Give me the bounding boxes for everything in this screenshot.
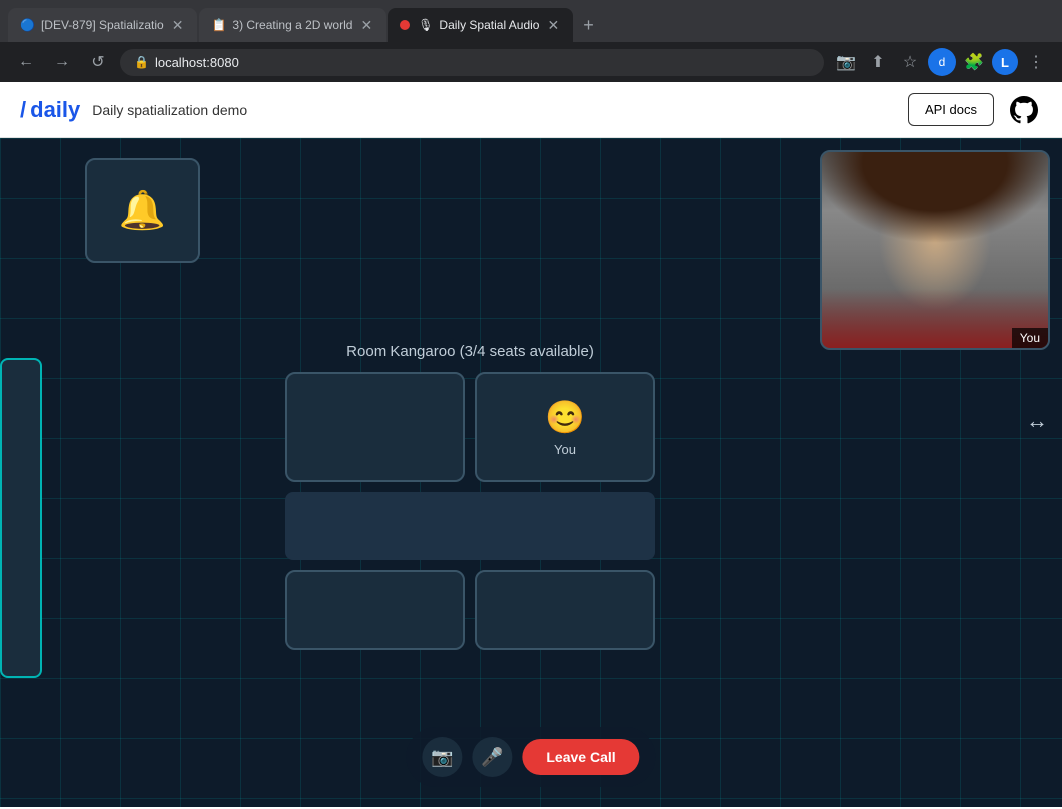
tab1-label: [DEV-879] Spatializatio — [41, 18, 164, 32]
new-tab-button[interactable]: + — [575, 11, 602, 40]
app-logo: /daily — [20, 97, 80, 123]
kangaroo-top-seats: 😊 You — [285, 372, 655, 482]
toolbar-icons: 📷 ⬆ ☆ d 🧩 L ⋮ — [832, 48, 1050, 76]
tab-daily-spatial[interactable]: 🎙 Daily Spatial Audio ✕ — [388, 8, 573, 42]
tab3-indicator — [400, 20, 410, 30]
tab1-close[interactable]: ✕ — [170, 16, 186, 34]
bookmark-icon[interactable]: ☆ — [896, 48, 924, 76]
seat-4[interactable] — [475, 570, 655, 650]
mic-button[interactable]: 🎤 — [472, 737, 512, 777]
tab3-close[interactable]: ✕ — [545, 16, 561, 34]
share-icon[interactable]: ⬆ — [864, 48, 892, 76]
tab3-label: Daily Spatial Audio — [439, 18, 539, 32]
seat-3[interactable] — [285, 570, 465, 650]
tab-creating-2d-world[interactable]: 📋 3) Creating a 2D world ✕ — [199, 8, 386, 42]
bell-emoji: 🔔 — [119, 189, 166, 233]
profile-button[interactable]: L — [992, 49, 1018, 75]
logo-daily: daily — [30, 97, 80, 123]
tab1-favicon: 🔵 — [20, 18, 35, 32]
camera-icon: 📷 — [431, 747, 453, 768]
lock-icon: 🔒 — [134, 55, 149, 69]
app-header: /daily Daily spatialization demo API doc… — [0, 82, 1062, 138]
extensions-icon[interactable]: 🧩 — [960, 48, 988, 76]
you-label: You — [554, 442, 576, 457]
tab2-favicon: 📋 — [211, 18, 226, 32]
bell-card[interactable]: 🔔 — [85, 158, 200, 263]
mic-icon: 🎤 — [481, 747, 503, 768]
kangaroo-room: Room Kangaroo (3/4 seats available) 😊 Yo… — [285, 343, 655, 650]
leave-call-button[interactable]: Leave Call — [522, 739, 639, 775]
logo-slash: / — [20, 97, 26, 123]
kangaroo-bottom-seats — [285, 570, 655, 650]
call-controls: 📷 🎤 Leave Call — [406, 727, 655, 787]
resize-cursor: ↔ — [1026, 408, 1048, 434]
video-you-label: You — [1012, 328, 1048, 348]
github-icon — [1010, 96, 1038, 124]
video-hair — [822, 152, 1048, 260]
api-docs-button[interactable]: API docs — [908, 93, 994, 126]
kangaroo-room-title: Room Kangaroo (3/4 seats available) — [285, 343, 655, 360]
seat-1[interactable] — [285, 372, 465, 482]
address-text: localhost:8080 — [155, 55, 239, 70]
cast-icon[interactable]: 📷 — [832, 48, 860, 76]
refresh-button[interactable]: ↺ — [84, 48, 112, 76]
app-title: Daily spatialization demo — [92, 102, 247, 118]
back-button[interactable]: ← — [12, 48, 40, 76]
tab2-close[interactable]: ✕ — [358, 16, 374, 34]
left-panel — [0, 358, 42, 678]
address-input[interactable]: 🔒 localhost:8080 — [120, 49, 824, 76]
tab2-label: 3) Creating a 2D world — [232, 18, 352, 32]
daily-extension-icon[interactable]: d — [928, 48, 956, 76]
github-button[interactable] — [1006, 92, 1042, 128]
forward-button[interactable]: → — [48, 48, 76, 76]
tab-dev-879[interactable]: 🔵 [DEV-879] Spatializatio ✕ — [8, 8, 197, 42]
browser-chrome: 🔵 [DEV-879] Spatializatio ✕ 📋 3) Creatin… — [0, 0, 1062, 82]
seat-wide-area — [285, 492, 655, 560]
camera-button[interactable]: 📷 — [422, 737, 462, 777]
you-emoji: 😊 — [545, 398, 585, 436]
seat-2-you[interactable]: 😊 You — [475, 372, 655, 482]
tab-bar: 🔵 [DEV-879] Spatializatio ✕ 📋 3) Creatin… — [0, 0, 1062, 42]
tab3-favicon: 🎙 — [418, 18, 433, 32]
menu-icon[interactable]: ⋮ — [1022, 48, 1050, 76]
address-bar: ← → ↺ 🔒 localhost:8080 📷 ⬆ ☆ d 🧩 L ⋮ — [0, 42, 1062, 82]
canvas-area: 🔔 le) Room Kangaroo (3/4 seats available… — [0, 138, 1062, 807]
video-overlay: You — [820, 150, 1050, 350]
video-background — [822, 152, 1048, 348]
